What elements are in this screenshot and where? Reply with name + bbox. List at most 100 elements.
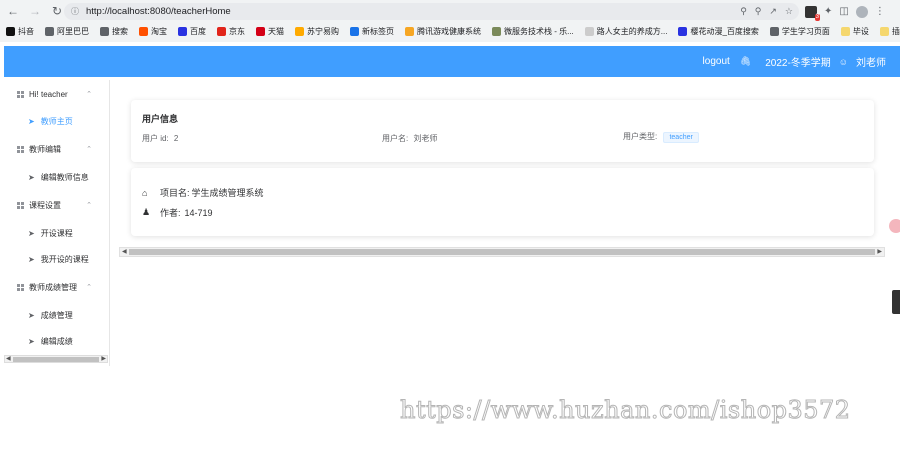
bookmark-favicon-icon (139, 27, 148, 36)
menu-group-teacher-edit[interactable]: 教师编辑 ⌃ (4, 139, 104, 159)
chevron-up-icon: ⌃ (86, 284, 92, 291)
sidebar-item-open-course[interactable]: ➤ 开设课程 (4, 223, 104, 243)
bookmark-label: 学生学习页面 (781, 27, 830, 36)
bookmark-label: 毕设 (852, 27, 869, 36)
menu-group-title: 课程设置 (29, 200, 61, 210)
bookmark-item[interactable]: 新标签页 (350, 26, 394, 37)
bookmark-item[interactable]: 毕设 (840, 26, 869, 37)
extension-badge: 3 (814, 13, 820, 21)
bookmark-favicon-icon (769, 27, 779, 36)
bookmark-label: 腾讯游戏健康系统 (417, 27, 481, 36)
sidebar-scrollbar[interactable]: ◀ ▶ (4, 355, 108, 363)
user-type-tag: teacher (663, 132, 699, 143)
forward-icon[interactable]: → (26, 2, 44, 20)
bookmark-favicon-icon (6, 27, 15, 36)
sidebar-item-label: 成绩管理 (40, 310, 73, 320)
profile-avatar[interactable] (855, 5, 868, 18)
send-icon: ➤ (28, 254, 35, 264)
user-name-label: 用户名: (382, 134, 409, 143)
menu-group-course-settings[interactable]: 课程设置 ⌃ (4, 195, 104, 215)
bookmark-item[interactable]: 京东 (217, 26, 245, 37)
sidebar-item-my-courses[interactable]: ➤ 我开设的课程 (4, 249, 104, 269)
back-icon[interactable]: ← (4, 2, 22, 20)
menu-group-title: 教师成绩管理 (29, 282, 77, 292)
bookmark-item[interactable]: 抖音 (6, 26, 34, 37)
floating-widget-icon[interactable] (889, 219, 900, 233)
site-info-icon[interactable]: ⓘ (68, 5, 82, 19)
author-row: ♟ 作者: 14-719 (142, 206, 213, 219)
main-scrollbar[interactable]: ◀ ▶ (119, 247, 885, 257)
chevron-up-icon: ⌃ (86, 202, 92, 209)
address-bar[interactable]: ⓘ http://localhost:8080/teacherHome ⚲ ⚲ … (64, 3, 799, 20)
bookmark-label: 插建 (891, 27, 900, 36)
user-icon: ♟ (142, 207, 151, 217)
bookmark-item[interactable]: 天猫 (256, 26, 284, 37)
bookmark-label: 京东 (229, 27, 245, 36)
bookmark-item[interactable]: 插建 (879, 26, 900, 37)
main-scroll-thumb[interactable] (129, 249, 875, 255)
bookmark-item[interactable]: 苏宁易购 (295, 26, 339, 37)
menu-kebab-icon[interactable]: ⋮ (875, 6, 885, 17)
bookmark-item[interactable]: 学生学习页面 (769, 26, 830, 37)
sidebar-item-label: 教师主页 (40, 116, 73, 126)
user-id-label: 用户 id: (142, 134, 169, 143)
project-name-label: 项目名: (160, 188, 190, 198)
sidebar-menu: Hi! teacher ⌃ ➤ 教师主页 教师编辑 ⌃ ➤ 编辑教师信息 课程设… (4, 80, 110, 366)
author-label: 作者: (160, 208, 181, 218)
sidebar-item-label: 我开设的课程 (40, 254, 89, 264)
address-row: ← → ↻ ⓘ http://localhost:8080/teacherHom… (0, 0, 900, 22)
sidebar-item-edit-grades[interactable]: ➤ 编辑成绩 (4, 331, 104, 351)
sidebar-item-grade-manage[interactable]: ➤ 成绩管理 (4, 305, 104, 325)
puzzle-icon[interactable]: ✦ (824, 6, 832, 17)
bookmark-item[interactable]: 淘宝 (139, 26, 167, 37)
sidebar-item-edit-teacher-info[interactable]: ➤ 编辑教师信息 (4, 167, 104, 187)
scroll-right-icon[interactable]: ▶ (877, 248, 882, 255)
card-title: 用户信息 (142, 114, 179, 124)
bookmark-label: 阿里巴巴 (57, 27, 89, 36)
bookmark-item[interactable]: 阿里巴巴 (45, 26, 89, 37)
menu-group-grade-management[interactable]: 教师成绩管理 ⌃ (4, 277, 104, 297)
user-icon: ☺ (838, 56, 848, 67)
browser-chrome: ← → ↻ ⓘ http://localhost:8080/teacherHom… (0, 0, 900, 42)
project-info-card: ⌂ 项目名: 学生成绩管理系统 ♟ 作者: 14-719 (131, 168, 874, 236)
bookmark-item[interactable]: 微服务技术栈 - 乐... (492, 26, 574, 37)
bookmark-item[interactable]: 腾讯游戏健康系统 (405, 26, 481, 37)
bookmark-label: 天猫 (268, 27, 284, 36)
bookmark-item[interactable]: 路人女主的养成方... (584, 26, 668, 37)
bookmark-favicon-icon (405, 27, 414, 36)
send-icon: ➤ (28, 172, 35, 182)
bookmark-label: 搜索 (112, 27, 128, 36)
key-icon[interactable]: ⚲ (740, 6, 747, 17)
sidepanel-icon[interactable]: ◫ (839, 6, 848, 17)
menu-group-hi-teacher[interactable]: Hi! teacher ⌃ (4, 84, 104, 104)
sidebar-item-teacher-home[interactable]: ➤ 教师主页 (4, 111, 104, 131)
bookmark-label: 路人女主的养成方... (596, 27, 668, 36)
logout-link[interactable]: logout (703, 56, 730, 67)
user-name-value: 刘老师 (413, 134, 438, 143)
bookmark-item[interactable]: 百度 (178, 26, 206, 37)
bookmark-label: 百度 (190, 27, 206, 36)
scroll-left-icon[interactable]: ◀ (6, 355, 11, 362)
scroll-right-icon[interactable]: ▶ (101, 355, 106, 362)
bookmark-favicon-icon (178, 27, 187, 36)
bookmark-item[interactable]: 搜索 (100, 26, 128, 37)
share-icon[interactable]: ↗ (769, 6, 777, 17)
bookmark-label: 新标签页 (362, 27, 394, 36)
sidebar-scroll-thumb[interactable] (13, 357, 99, 362)
bookmark-label: 微服务技术栈 - 乐... (504, 27, 574, 36)
extension-icon[interactable]: 3 (805, 5, 820, 21)
scroll-left-icon[interactable]: ◀ (122, 248, 127, 255)
bookmarks-bar: 抖音 阿里巴巴 搜索 淘宝 百度 京东 天猫 苏宁易购 新标签页 腾讯游戏健康系统 微服务技术栈 -… (0, 23, 900, 40)
edge-tab[interactable] (892, 290, 900, 314)
sidebar-item-label: 开设课程 (40, 228, 73, 238)
zoom-icon[interactable]: ⚲ (755, 6, 762, 17)
bookmark-favicon-icon (678, 27, 688, 36)
star-icon[interactable]: ☆ (785, 6, 793, 17)
bookmark-favicon-icon (492, 27, 501, 36)
send-icon: ➤ (28, 228, 35, 238)
bookmark-item[interactable]: 樱花动漫_百度搜索 (678, 26, 759, 37)
url-text[interactable]: http://localhost:8080/teacherHome (86, 6, 231, 17)
bookmark-label: 樱花动漫_百度搜索 (690, 27, 759, 36)
project-name-value: 学生成绩管理系统 (191, 188, 264, 198)
menu-group-title: 教师编辑 (29, 144, 61, 154)
